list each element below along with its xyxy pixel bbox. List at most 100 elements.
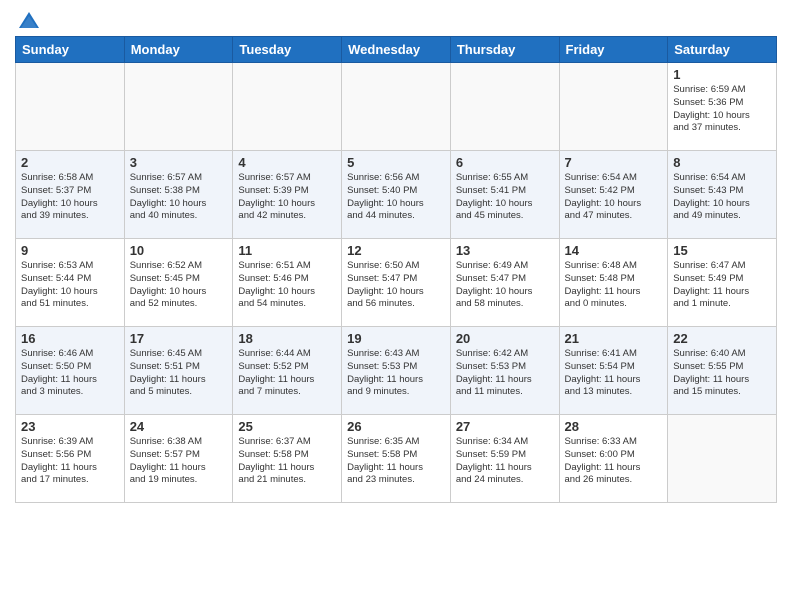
day-number: 3 bbox=[130, 155, 228, 170]
week-row-1: 1Sunrise: 6:59 AM Sunset: 5:36 PM Daylig… bbox=[16, 63, 777, 151]
day-info: Sunrise: 6:58 AM Sunset: 5:37 PM Dayligh… bbox=[21, 172, 119, 223]
day-number: 7 bbox=[565, 155, 663, 170]
day-number: 12 bbox=[347, 243, 445, 258]
calendar-cell bbox=[559, 63, 668, 151]
weekday-header-sunday: Sunday bbox=[16, 37, 125, 63]
day-number: 15 bbox=[673, 243, 771, 258]
calendar-cell bbox=[124, 63, 233, 151]
day-info: Sunrise: 6:57 AM Sunset: 5:38 PM Dayligh… bbox=[130, 172, 228, 223]
week-row-3: 9 Sunrise: 6:53 AM Sunset: 5:44 PM Daylig… bbox=[16, 239, 777, 327]
calendar-cell: 13 Sunrise: 6:49 AM Sunset: 5:47 PM Dayli… bbox=[450, 239, 559, 327]
weekday-header-thursday: Thursday bbox=[450, 37, 559, 63]
day-info: Sunrise: 6:53 AM Sunset: 5:44 PM Dayligh… bbox=[21, 260, 119, 311]
day-number: 11 bbox=[238, 243, 336, 258]
calendar-cell bbox=[668, 415, 777, 503]
calendar-cell: 10 Sunrise: 6:52 AM Sunset: 5:45 PM Dayli… bbox=[124, 239, 233, 327]
calendar-cell: 6 Sunrise: 6:55 AM Sunset: 5:41 PM Daylig… bbox=[450, 151, 559, 239]
calendar-cell: 25Sunrise: 6:37 AM Sunset: 5:58 PM Dayli… bbox=[233, 415, 342, 503]
calendar-cell: 1Sunrise: 6:59 AM Sunset: 5:36 PM Daylig… bbox=[668, 63, 777, 151]
calendar-cell: 8 Sunrise: 6:54 AM Sunset: 5:43 PM Daylig… bbox=[668, 151, 777, 239]
day-number: 1 bbox=[673, 67, 771, 82]
day-info: Sunrise: 6:41 AM Sunset: 5:54 PM Dayligh… bbox=[565, 348, 663, 399]
calendar-cell bbox=[233, 63, 342, 151]
calendar-cell: 26 Sunrise: 6:35 AM Sunset: 5:58 PM Dayli… bbox=[342, 415, 451, 503]
calendar-cell bbox=[450, 63, 559, 151]
day-number: 18 bbox=[238, 331, 336, 346]
calendar-cell: 22 Sunrise: 6:40 AM Sunset: 5:55 PM Dayli… bbox=[668, 327, 777, 415]
day-info: Sunrise: 6:49 AM Sunset: 5:47 PM Dayligh… bbox=[456, 260, 554, 311]
day-number: 2 bbox=[21, 155, 119, 170]
calendar-cell: 17 Sunrise: 6:45 AM Sunset: 5:51 PM Dayli… bbox=[124, 327, 233, 415]
day-number: 14 bbox=[565, 243, 663, 258]
day-info: Sunrise: 6:46 AM Sunset: 5:50 PM Dayligh… bbox=[21, 348, 119, 399]
calendar-cell: 28 Sunrise: 6:33 AM Sunset: 6:00 PM Dayli… bbox=[559, 415, 668, 503]
day-number: 13 bbox=[456, 243, 554, 258]
calendar-cell: 18 Sunrise: 6:44 AM Sunset: 5:52 PM Dayli… bbox=[233, 327, 342, 415]
day-number: 20 bbox=[456, 331, 554, 346]
day-info: Sunrise: 6:42 AM Sunset: 5:53 PM Dayligh… bbox=[456, 348, 554, 399]
day-info: Sunrise: 6:54 AM Sunset: 5:43 PM Dayligh… bbox=[673, 172, 771, 223]
logo-icon bbox=[17, 10, 41, 34]
day-number: 17 bbox=[130, 331, 228, 346]
calendar-cell: 2 Sunrise: 6:58 AM Sunset: 5:37 PM Daylig… bbox=[16, 151, 125, 239]
weekday-header-wednesday: Wednesday bbox=[342, 37, 451, 63]
day-number: 4 bbox=[238, 155, 336, 170]
day-number: 8 bbox=[673, 155, 771, 170]
week-row-4: 16 Sunrise: 6:46 AM Sunset: 5:50 PM Dayli… bbox=[16, 327, 777, 415]
weekday-header-row: SundayMondayTuesdayWednesdayThursdayFrid… bbox=[16, 37, 777, 63]
day-info: Sunrise: 6:45 AM Sunset: 5:51 PM Dayligh… bbox=[130, 348, 228, 399]
day-info: Sunrise: 6:55 AM Sunset: 5:41 PM Dayligh… bbox=[456, 172, 554, 223]
day-number: 22 bbox=[673, 331, 771, 346]
calendar-cell: 7 Sunrise: 6:54 AM Sunset: 5:42 PM Daylig… bbox=[559, 151, 668, 239]
day-number: 10 bbox=[130, 243, 228, 258]
weekday-header-friday: Friday bbox=[559, 37, 668, 63]
day-number: 16 bbox=[21, 331, 119, 346]
day-info: Sunrise: 6:56 AM Sunset: 5:40 PM Dayligh… bbox=[347, 172, 445, 223]
day-info: Sunrise: 6:52 AM Sunset: 5:45 PM Dayligh… bbox=[130, 260, 228, 311]
day-info: Sunrise: 6:38 AM Sunset: 5:57 PM Dayligh… bbox=[130, 436, 228, 487]
weekday-header-tuesday: Tuesday bbox=[233, 37, 342, 63]
calendar-cell: 16 Sunrise: 6:46 AM Sunset: 5:50 PM Dayli… bbox=[16, 327, 125, 415]
logo bbox=[15, 10, 41, 30]
day-info: Sunrise: 6:54 AM Sunset: 5:42 PM Dayligh… bbox=[565, 172, 663, 223]
calendar-cell bbox=[16, 63, 125, 151]
day-info: Sunrise: 6:50 AM Sunset: 5:47 PM Dayligh… bbox=[347, 260, 445, 311]
day-number: 24 bbox=[130, 419, 228, 434]
calendar-cell: 3 Sunrise: 6:57 AM Sunset: 5:38 PM Daylig… bbox=[124, 151, 233, 239]
day-number: 28 bbox=[565, 419, 663, 434]
day-number: 9 bbox=[21, 243, 119, 258]
week-row-5: 23Sunrise: 6:39 AM Sunset: 5:56 PM Dayli… bbox=[16, 415, 777, 503]
calendar-cell: 14 Sunrise: 6:48 AM Sunset: 5:48 PM Dayli… bbox=[559, 239, 668, 327]
weekday-header-monday: Monday bbox=[124, 37, 233, 63]
header-area bbox=[15, 10, 777, 30]
calendar-cell: 20 Sunrise: 6:42 AM Sunset: 5:53 PM Dayli… bbox=[450, 327, 559, 415]
day-info: Sunrise: 6:44 AM Sunset: 5:52 PM Dayligh… bbox=[238, 348, 336, 399]
day-number: 27 bbox=[456, 419, 554, 434]
day-info: Sunrise: 6:51 AM Sunset: 5:46 PM Dayligh… bbox=[238, 260, 336, 311]
day-number: 21 bbox=[565, 331, 663, 346]
calendar-cell: 23Sunrise: 6:39 AM Sunset: 5:56 PM Dayli… bbox=[16, 415, 125, 503]
day-info: Sunrise: 6:35 AM Sunset: 5:58 PM Dayligh… bbox=[347, 436, 445, 487]
day-info: Sunrise: 6:47 AM Sunset: 5:49 PM Dayligh… bbox=[673, 260, 771, 311]
day-number: 6 bbox=[456, 155, 554, 170]
day-number: 26 bbox=[347, 419, 445, 434]
day-number: 23 bbox=[21, 419, 119, 434]
day-info: Sunrise: 6:34 AM Sunset: 5:59 PM Dayligh… bbox=[456, 436, 554, 487]
day-info: Sunrise: 6:48 AM Sunset: 5:48 PM Dayligh… bbox=[565, 260, 663, 311]
day-info: Sunrise: 6:37 AM Sunset: 5:58 PM Dayligh… bbox=[238, 436, 336, 487]
week-row-2: 2 Sunrise: 6:58 AM Sunset: 5:37 PM Daylig… bbox=[16, 151, 777, 239]
day-info: Sunrise: 6:33 AM Sunset: 6:00 PM Dayligh… bbox=[565, 436, 663, 487]
calendar-cell: 4 Sunrise: 6:57 AM Sunset: 5:39 PM Daylig… bbox=[233, 151, 342, 239]
day-number: 5 bbox=[347, 155, 445, 170]
calendar-cell: 9 Sunrise: 6:53 AM Sunset: 5:44 PM Daylig… bbox=[16, 239, 125, 327]
calendar-cell: 19Sunrise: 6:43 AM Sunset: 5:53 PM Dayli… bbox=[342, 327, 451, 415]
calendar-cell: 27 Sunrise: 6:34 AM Sunset: 5:59 PM Dayli… bbox=[450, 415, 559, 503]
day-number: 19 bbox=[347, 331, 445, 346]
calendar-cell: 24 Sunrise: 6:38 AM Sunset: 5:57 PM Dayli… bbox=[124, 415, 233, 503]
calendar-cell: 5 Sunrise: 6:56 AM Sunset: 5:40 PM Daylig… bbox=[342, 151, 451, 239]
page: SundayMondayTuesdayWednesdayThursdayFrid… bbox=[0, 0, 792, 513]
day-info: Sunrise: 6:57 AM Sunset: 5:39 PM Dayligh… bbox=[238, 172, 336, 223]
calendar-cell bbox=[342, 63, 451, 151]
day-info: Sunrise: 6:40 AM Sunset: 5:55 PM Dayligh… bbox=[673, 348, 771, 399]
weekday-header-saturday: Saturday bbox=[668, 37, 777, 63]
